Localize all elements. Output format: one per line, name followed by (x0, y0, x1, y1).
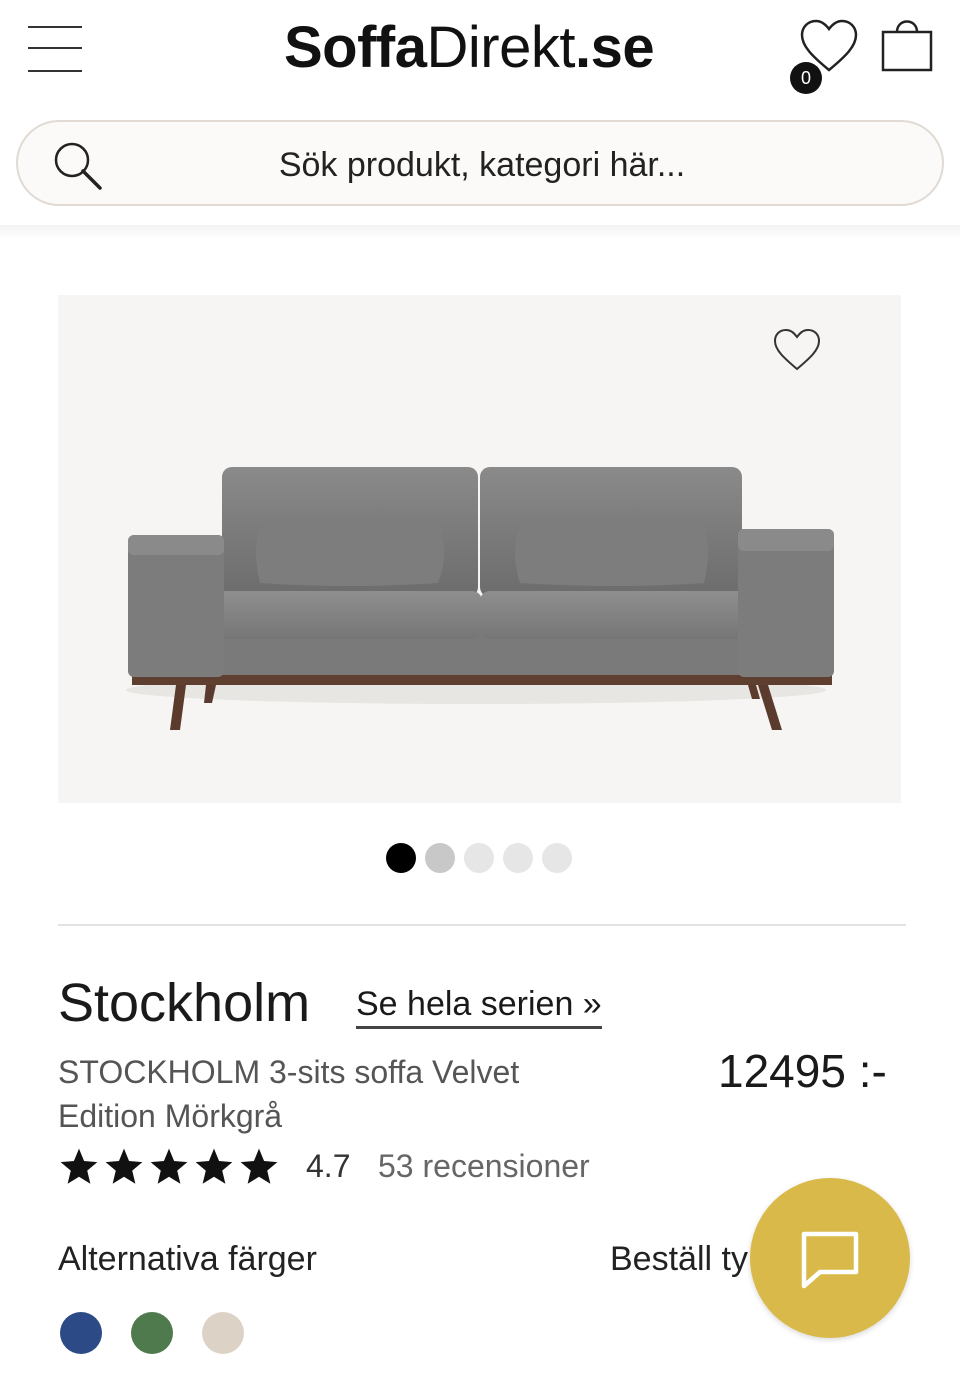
logo-text-se: .se (574, 15, 655, 80)
section-divider (58, 924, 906, 926)
product-image[interactable] (58, 295, 901, 803)
chat-bubble-icon (801, 1231, 859, 1289)
product-subtitle: STOCKHOLM 3-sits soffa Velvet Edition Mö… (58, 1054, 520, 1134)
shopping-bag-icon (881, 20, 933, 72)
color-swatch[interactable] (60, 1312, 102, 1354)
see-series-link[interactable]: Se hela serien » (356, 985, 602, 1029)
star-icon (150, 1148, 188, 1184)
color-swatch[interactable] (202, 1312, 244, 1354)
wishlist-count-badge: 0 (790, 62, 822, 94)
star-icon (105, 1148, 143, 1184)
carousel-dot[interactable] (386, 843, 416, 873)
hamburger-menu-icon[interactable] (28, 26, 82, 74)
carousel-dot[interactable] (464, 843, 494, 873)
product-price: 12495 :- (718, 1045, 887, 1097)
site-logo[interactable]: SoffaDirekt.se (284, 14, 655, 81)
carousel-dot[interactable] (425, 843, 455, 873)
logo-text-direkt: Direkt (426, 15, 576, 80)
top-bar: SoffaDirekt.se 0 Sök produkt, kategori h… (0, 0, 960, 225)
product-title: Stockholm (58, 973, 311, 1033)
color-swatch[interactable] (131, 1312, 173, 1354)
reviews-link[interactable]: 53 recensioner (378, 1148, 590, 1185)
search-bar[interactable]: Sök produkt, kategori här... (16, 120, 944, 206)
cart-button[interactable] (880, 14, 934, 72)
rating-stars[interactable] (58, 1146, 288, 1190)
star-icon (60, 1148, 98, 1184)
favorite-heart-icon[interactable] (772, 327, 822, 373)
wishlist-button[interactable]: 0 (790, 18, 860, 94)
search-placeholder: Sök produkt, kategori här... (278, 146, 686, 184)
chat-button[interactable] (750, 1178, 910, 1338)
logo-text-soffa: Soffa (284, 15, 427, 80)
alternative-colors-label: Alternativa färger (58, 1240, 317, 1278)
carousel-dot[interactable] (503, 843, 533, 873)
rating-value: 4.7 (306, 1148, 351, 1184)
order-fabric-label[interactable]: Beställ ty (610, 1240, 760, 1279)
header-shadow (0, 225, 960, 239)
star-icon (195, 1148, 233, 1184)
star-icon (240, 1148, 278, 1184)
image-carousel-dots (386, 843, 576, 875)
carousel-dot[interactable] (542, 843, 572, 873)
